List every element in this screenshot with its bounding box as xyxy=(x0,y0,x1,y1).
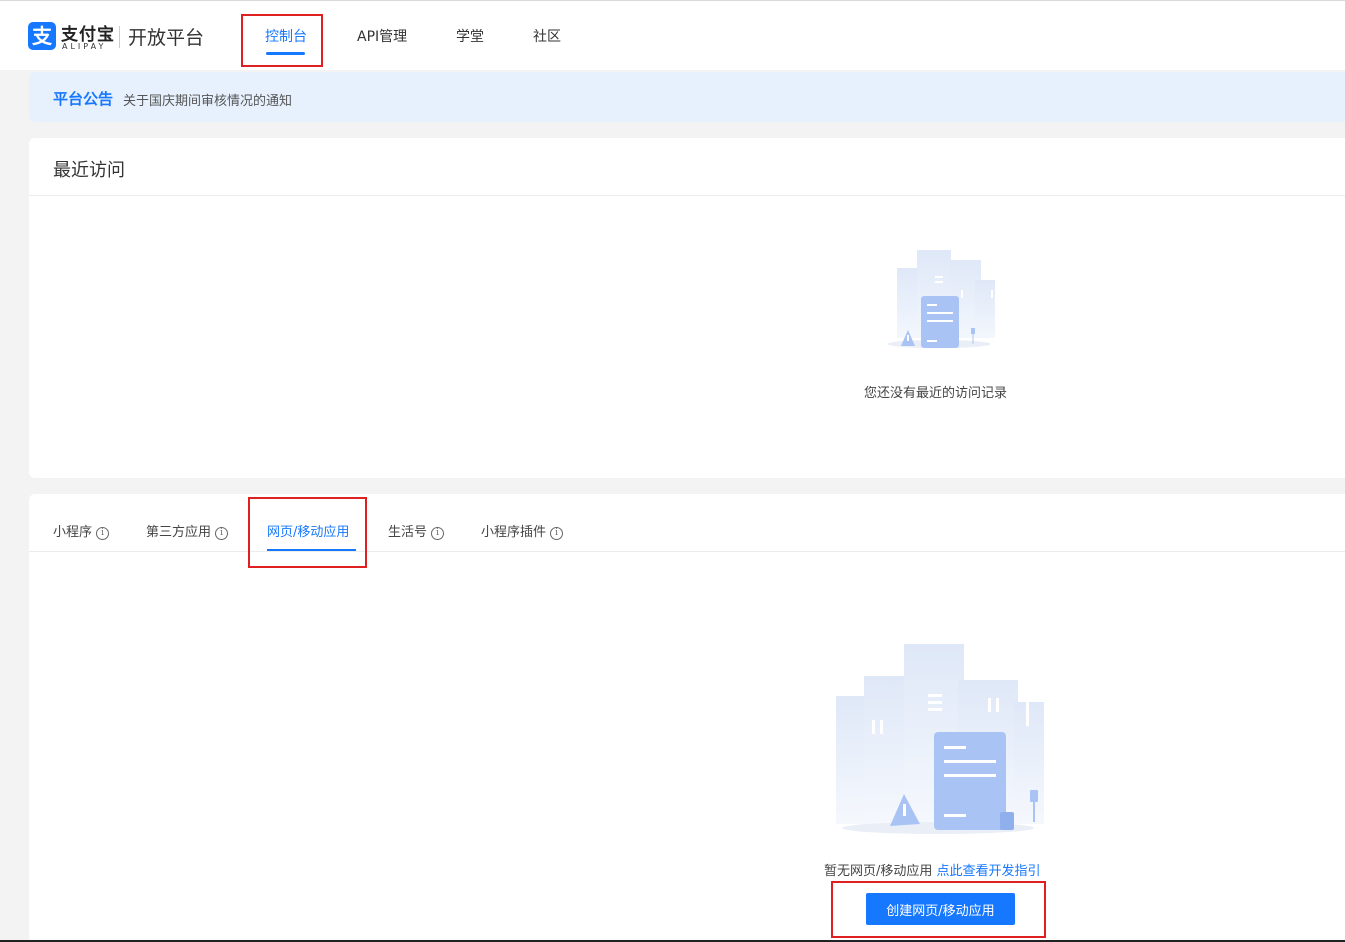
tabs-divider xyxy=(29,551,1345,552)
highlight-box-web-mobile-tab xyxy=(248,497,367,568)
card-divider xyxy=(29,195,1345,196)
empty-label: 暂无网页/移动应用 xyxy=(824,864,933,879)
empty-document-illustration xyxy=(887,250,995,348)
recent-empty-message: 您还没有最近的访问记录 xyxy=(864,386,1008,401)
dev-guide-link[interactable]: 点此查看开发指引 xyxy=(937,864,1041,879)
tab-mini-program[interactable]: 小程序 i xyxy=(53,521,110,540)
nav-item-api-management[interactable]: API管理 xyxy=(357,26,407,46)
alipay-logo-icon: 支 xyxy=(28,22,56,50)
tab-third-party-app[interactable]: 第三方应用 i xyxy=(146,521,229,540)
top-navigation-bar: 支 支付宝 ALIPAY 开放平台 控制台 API管理 学堂 社区 xyxy=(0,0,1345,70)
highlight-box-console xyxy=(241,14,323,67)
recent-visits-title: 最近访问 xyxy=(53,160,125,181)
info-icon[interactable]: i xyxy=(96,527,110,540)
platform-notice-bar: 平台公告 关于国庆期间审核情况的通知 xyxy=(29,72,1345,122)
info-icon[interactable]: i xyxy=(215,527,229,540)
apps-card: 小程序 i 第三方应用 i 网页/移动应用 生活号 i 小程序插件 i 暂无网页… xyxy=(29,494,1345,942)
tab-label: 第三方应用 xyxy=(146,525,212,540)
tab-label: 小程序插件 xyxy=(481,525,547,540)
tab-label: 小程序 xyxy=(53,525,93,540)
platform-name: 开放平台 xyxy=(128,27,205,49)
notice-title: 平台公告 xyxy=(53,90,114,108)
tab-label: 生活号 xyxy=(388,525,428,540)
notice-link[interactable]: 关于国庆期间审核情况的通知 xyxy=(123,90,292,109)
info-icon[interactable]: i xyxy=(431,527,445,540)
nav-item-community[interactable]: 社区 xyxy=(533,26,561,46)
tab-life-account[interactable]: 生活号 i xyxy=(388,521,445,540)
highlight-box-create-button xyxy=(831,881,1046,938)
apps-empty-message: 暂无网页/移动应用 点此查看开发指引 xyxy=(824,860,1041,879)
info-icon[interactable]: i xyxy=(550,527,564,540)
logo-subtext: ALIPAY xyxy=(62,42,107,51)
app-type-tabs: 小程序 i 第三方应用 i 网页/移动应用 生活号 i 小程序插件 i xyxy=(29,494,1345,552)
nav-item-academy[interactable]: 学堂 xyxy=(456,26,484,46)
recent-visits-card: 最近访问 您还没有最近的访问记录 xyxy=(29,138,1345,478)
alipay-logo[interactable]: 支 支付宝 ALIPAY xyxy=(28,22,114,52)
logo-divider xyxy=(119,26,120,48)
tab-mini-program-plugin[interactable]: 小程序插件 i xyxy=(481,521,564,540)
empty-document-illustration xyxy=(836,644,1044,834)
